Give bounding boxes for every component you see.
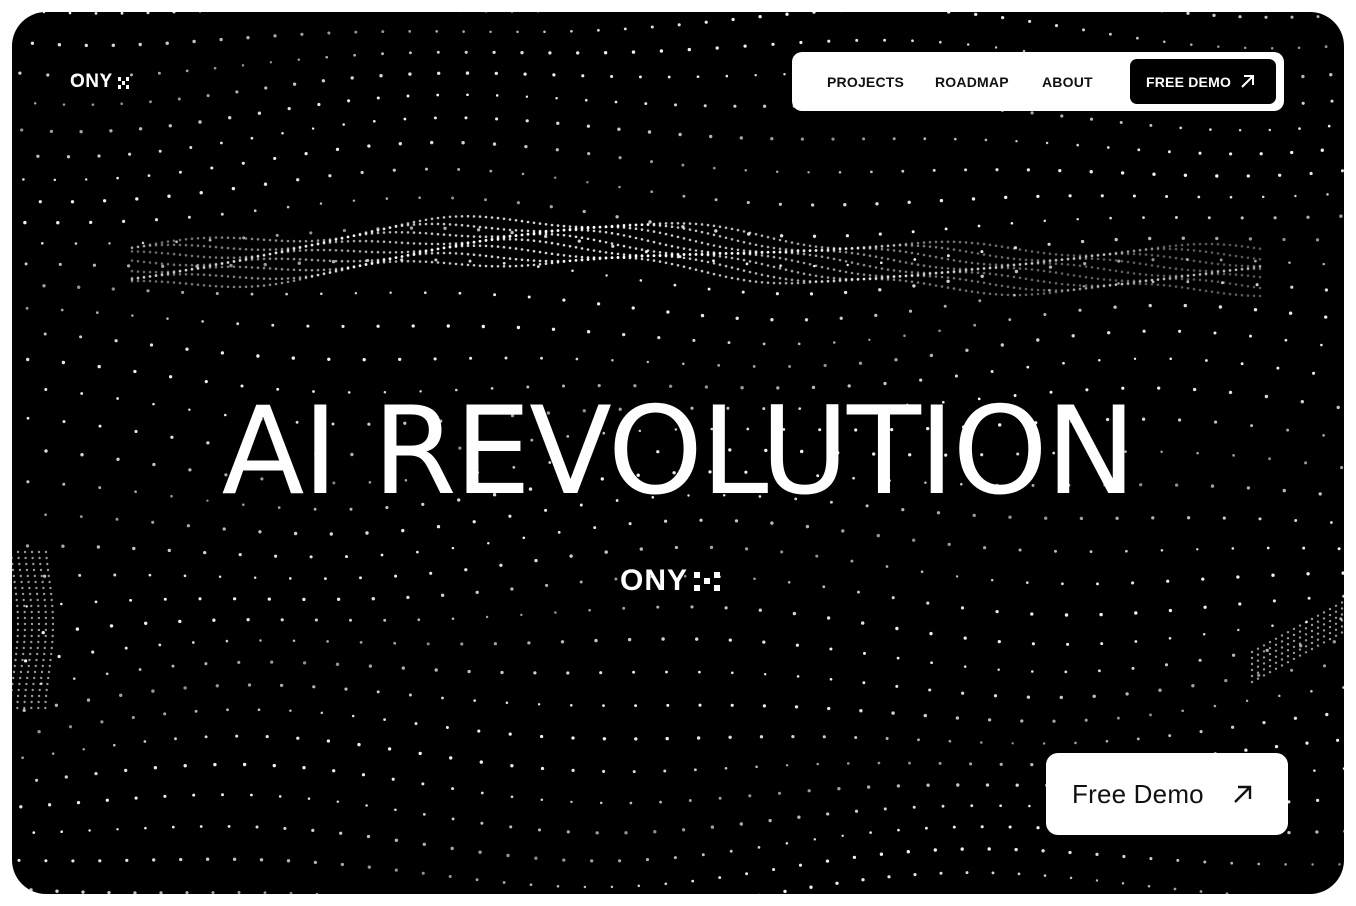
hero-logo: ONY — [620, 564, 722, 598]
dot-grid-logo-icon — [692, 569, 722, 593]
nav-link-roadmap[interactable]: ROADMAP — [935, 52, 1009, 111]
nav-free-demo-button[interactable]: FREE DEMO — [1130, 59, 1276, 104]
nav-link-about[interactable]: ABOUT — [1042, 52, 1093, 111]
hero-brand-name: ONY — [620, 564, 689, 597]
brand-logo[interactable]: ONY — [70, 70, 133, 94]
nav-link-projects[interactable]: PROJECTS — [827, 52, 904, 111]
top-nav: PROJECTS ROADMAP ABOUT FREE DEMO — [792, 52, 1284, 111]
hero-frame: ONY PROJECTS ROADMAP ABOUT FREE DEMO AI … — [12, 12, 1344, 894]
hero-title: AI REVOLUTION — [221, 381, 1137, 522]
free-demo-label: Free Demo — [1072, 778, 1204, 809]
free-demo-button[interactable]: Free Demo — [1046, 753, 1288, 835]
nav-free-demo-label: FREE DEMO — [1146, 73, 1232, 90]
dot-grid-logo-icon — [115, 75, 133, 89]
arrow-up-right-icon — [1234, 785, 1252, 803]
brand-name: ONY — [70, 71, 113, 92]
arrow-up-right-icon — [1241, 75, 1254, 88]
